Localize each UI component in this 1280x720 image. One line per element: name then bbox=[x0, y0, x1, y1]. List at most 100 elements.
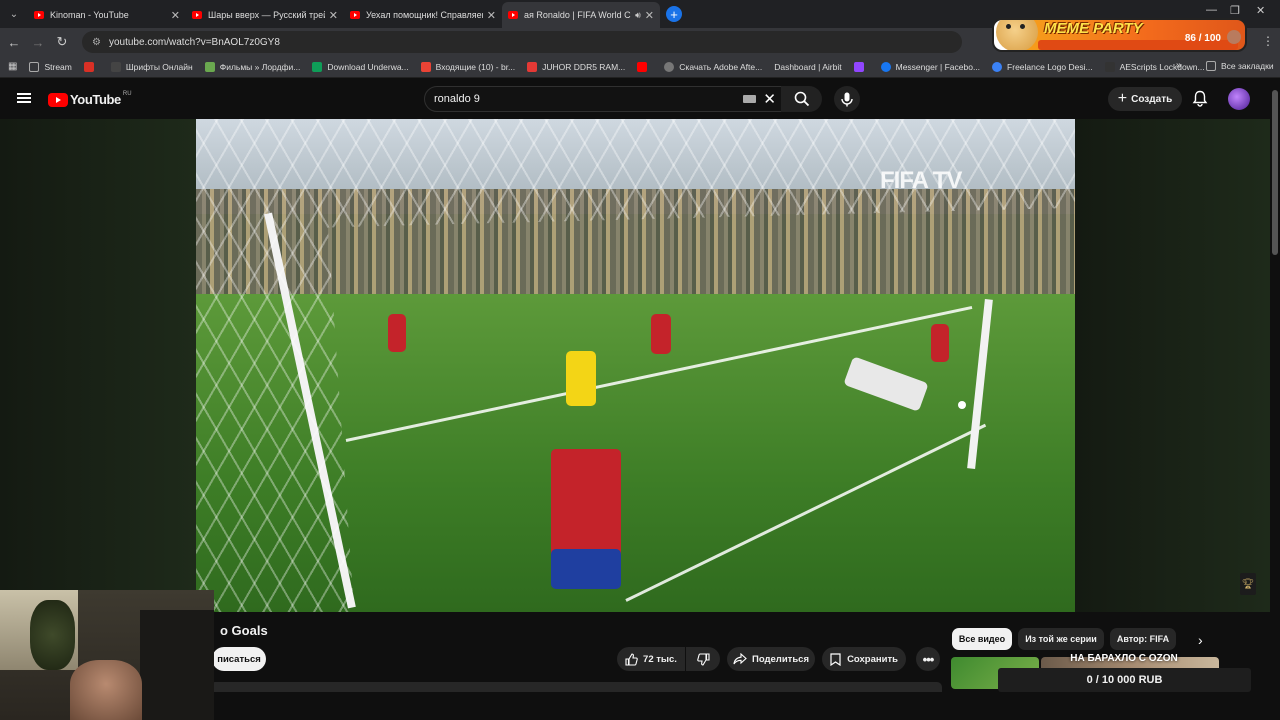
search-value: ronaldo 9 bbox=[434, 93, 480, 105]
tab-title: ая Ronaldo | FIFA World Cup bbox=[524, 10, 632, 20]
scrollbar-thumb[interactable] bbox=[1272, 90, 1278, 255]
bookmark-item[interactable] bbox=[853, 61, 869, 72]
forward-icon[interactable]: → bbox=[26, 35, 50, 50]
close-tab-icon[interactable]: ✕ bbox=[487, 9, 496, 22]
bookmark-item[interactable]: Dashboard | Airbit bbox=[774, 62, 841, 72]
maximize-icon[interactable]: ❐ bbox=[1230, 4, 1240, 17]
chevron-right-icon[interactable]: › bbox=[1198, 632, 1203, 648]
browser-tab-active[interactable]: ая Ronaldo | FIFA World Cup 🔊︎ ✕ bbox=[502, 2, 660, 28]
player-figure bbox=[651, 314, 671, 354]
player-ambient-right bbox=[1075, 119, 1270, 612]
chip-author-fifa[interactable]: Автор: FIFA bbox=[1110, 628, 1176, 650]
region-code: RU bbox=[122, 90, 132, 97]
ball bbox=[958, 401, 966, 409]
save-button[interactable]: Сохранить bbox=[822, 647, 906, 671]
search-input[interactable]: ronaldo 9 ✕ bbox=[424, 86, 785, 112]
youtube-logo[interactable]: YouTube RU bbox=[48, 90, 132, 107]
bookmark-item[interactable] bbox=[637, 61, 652, 72]
bookmark-item[interactable]: Stream bbox=[29, 61, 72, 72]
gmail-icon bbox=[420, 61, 431, 72]
speaker-icon[interactable]: 🔊︎ bbox=[635, 10, 641, 21]
meme-avatar bbox=[1227, 30, 1241, 44]
apps-grid-icon[interactable]: ▦ bbox=[8, 61, 17, 72]
bookmark-label: JUHOR DDR5 RAM... bbox=[542, 61, 626, 72]
new-tab-button[interactable]: + bbox=[666, 6, 682, 22]
bookmark-item[interactable]: JUHOR DDR5 RAM... bbox=[527, 61, 626, 72]
back-icon[interactable]: ← bbox=[2, 35, 26, 50]
url-text: youtube.com/watch?v=BnAOL7z0GY8 bbox=[108, 36, 280, 48]
bookmark-label: Скачать Adobe Afte... bbox=[679, 61, 763, 72]
menu-icon[interactable] bbox=[17, 93, 31, 103]
search-icon bbox=[794, 91, 809, 107]
reload-icon[interactable]: ↻ bbox=[50, 34, 74, 50]
player-figure bbox=[388, 314, 406, 352]
folder-icon bbox=[1206, 61, 1216, 71]
browser-menu-icon[interactable]: ⋮ bbox=[1262, 34, 1274, 48]
chip-same-series[interactable]: Из той же серии bbox=[1018, 628, 1104, 650]
subscribe-button[interactable]: писаться bbox=[212, 647, 266, 671]
bookmark-favicon-icon bbox=[312, 61, 323, 72]
bookmark-item[interactable]: Фильмы » Лордфи... bbox=[204, 61, 300, 72]
notifications-button[interactable] bbox=[1192, 90, 1208, 112]
meme-count: 86 / 100 bbox=[1184, 33, 1221, 44]
doge-icon bbox=[996, 20, 1038, 50]
browser-tab[interactable]: Kinoman - YouTube ✕ bbox=[28, 2, 186, 28]
all-bookmarks[interactable]: Все закладки bbox=[1206, 61, 1274, 71]
bookmark-item[interactable]: Download Underwa... bbox=[312, 61, 409, 72]
browser-tab[interactable]: Шары вверх — Русский трейл ✕ bbox=[186, 2, 344, 28]
chip-label: Автор: FIFA bbox=[1116, 634, 1170, 644]
voice-search-button[interactable] bbox=[834, 86, 860, 112]
more-bookmarks-icon[interactable]: » bbox=[1176, 60, 1182, 71]
bookmark-label: AEScripts Lockdown... bbox=[1119, 61, 1205, 72]
close-tab-icon[interactable]: ✕ bbox=[171, 9, 180, 22]
close-tab-icon[interactable]: ✕ bbox=[645, 9, 654, 22]
youtube-favicon-icon bbox=[34, 11, 44, 19]
clear-search-icon[interactable]: ✕ bbox=[763, 90, 776, 108]
video-title: o Goals bbox=[220, 623, 268, 638]
more-actions-button[interactable]: ••• bbox=[916, 647, 940, 671]
close-window-icon[interactable]: ✕ bbox=[1256, 4, 1265, 17]
close-tab-icon[interactable]: ✕ bbox=[329, 9, 338, 22]
bookmark-label: Freelance Logo Desi... bbox=[1007, 61, 1093, 72]
like-button[interactable]: 72 тыс. bbox=[617, 647, 685, 671]
url-input[interactable]: ⚙ youtube.com/watch?v=BnAOL7z0GY8 bbox=[82, 31, 962, 53]
video-player[interactable]: FIFA TV bbox=[196, 119, 1075, 612]
dislike-button[interactable] bbox=[686, 647, 720, 671]
bookmark-label: Stream bbox=[44, 61, 72, 72]
avatar[interactable] bbox=[1228, 88, 1250, 110]
bookmark-item[interactable]: Скачать Adobe Afte... bbox=[664, 61, 763, 72]
more-icon: ••• bbox=[922, 651, 935, 667]
tab-search-button[interactable]: ⌄ bbox=[0, 0, 28, 28]
bookmark-favicon-icon bbox=[110, 61, 121, 72]
keyboard-icon[interactable] bbox=[743, 95, 756, 103]
minimize-icon[interactable]: — bbox=[1206, 4, 1217, 16]
site-info-icon[interactable]: ⚙ bbox=[92, 37, 101, 48]
bookmark-favicon-icon bbox=[83, 61, 94, 72]
thumbs-up-icon bbox=[625, 652, 638, 666]
folder-icon bbox=[29, 61, 40, 72]
bookmark-item[interactable]: Шрифты Онлайн bbox=[110, 61, 193, 72]
share-icon bbox=[733, 653, 747, 665]
create-button[interactable]: + Создать bbox=[1108, 87, 1182, 111]
bookmark-favicon-icon bbox=[1104, 61, 1115, 72]
chip-label: Из той же серии bbox=[1025, 634, 1097, 644]
share-button[interactable]: Поделиться bbox=[727, 647, 815, 671]
bookmark-item[interactable]: Messenger | Facebo... bbox=[880, 61, 980, 72]
browser-tab[interactable]: Уехал помощник! Справляемс ✕ bbox=[344, 2, 502, 28]
bookmark-favicon-icon bbox=[992, 61, 1003, 72]
page-scrollbar[interactable] bbox=[1270, 80, 1280, 692]
search-button[interactable] bbox=[781, 86, 822, 112]
bookmark-item[interactable]: Входящие (10) - br... bbox=[420, 61, 515, 72]
twitch-icon bbox=[853, 61, 864, 72]
chip-all-videos[interactable]: Все видео bbox=[952, 628, 1012, 650]
youtube-favicon-icon bbox=[192, 11, 202, 19]
webcam-shadow bbox=[140, 610, 214, 720]
bookmark-item[interactable]: Freelance Logo Desi... bbox=[992, 61, 1093, 72]
description-box[interactable] bbox=[210, 682, 942, 692]
bookmark-item[interactable] bbox=[83, 61, 99, 72]
bookmark-item[interactable]: AEScripts Lockdown... bbox=[1104, 61, 1205, 72]
tab-title: Kinoman - YouTube bbox=[50, 10, 129, 20]
youtube-favicon-icon bbox=[350, 11, 360, 19]
tab-title: Шары вверх — Русский трейл bbox=[208, 10, 325, 20]
player-figure bbox=[566, 351, 596, 406]
